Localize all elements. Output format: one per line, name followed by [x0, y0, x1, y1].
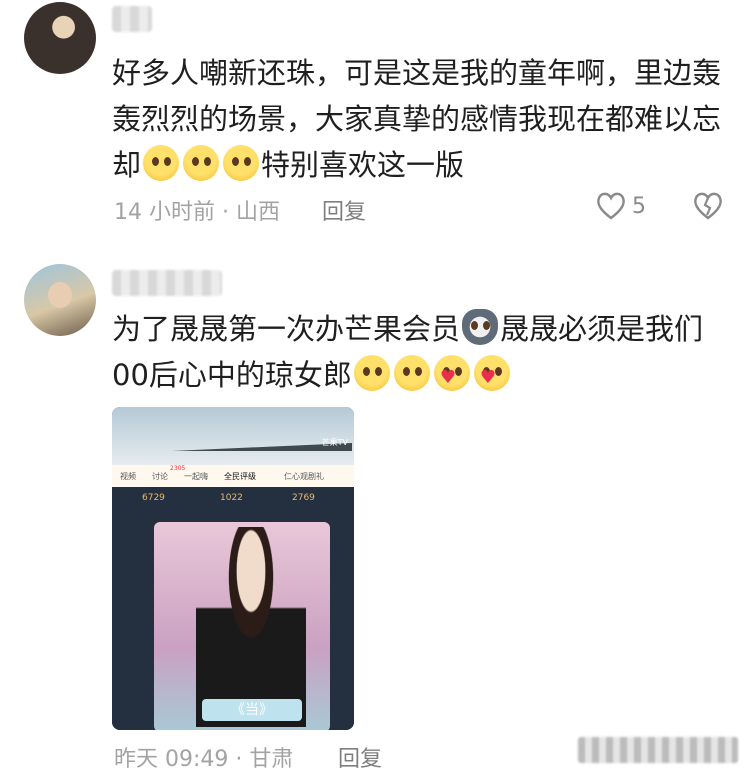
image-brand: 芒果TV — [321, 438, 348, 447]
image-tab: 全民评级 — [224, 472, 256, 481]
image-number: 6729 — [142, 493, 165, 503]
image-number: 2769 — [292, 493, 315, 503]
image-tab: 一起嗨 — [184, 472, 208, 481]
attached-image[interactable]: 芒果TV 视频 讨论 2305 一起嗨 全民评级 仁心观剧礼 6729 1022… — [112, 407, 354, 730]
avatar[interactable] — [24, 2, 96, 74]
broken-heart-icon[interactable] — [692, 191, 724, 221]
image-tab-badge: 2305 — [170, 465, 186, 472]
image-card-title: 《当》 — [202, 699, 302, 721]
crying-emoji-icon — [183, 145, 220, 181]
image-tab: 讨论 — [152, 472, 168, 481]
username-blurred[interactable] — [112, 270, 222, 296]
image-tab: 仁心观剧礼 — [284, 472, 324, 481]
pleading-emoji-icon — [393, 355, 430, 391]
watermark-blurred — [578, 737, 738, 763]
comment-text: 好多人嘲新还珠，可是这是我的童年啊，里边轰轰烈烈的场景，大家真挚的感情我现在都难… — [112, 56, 722, 182]
reply-button[interactable]: 回复 — [322, 194, 366, 226]
image-person — [196, 527, 306, 727]
comment-meta: 昨天 09:49 · 甘肃 — [114, 747, 294, 772]
image-tabs: 视频 讨论 2305 一起嗨 全民评级 仁心观剧礼 — [112, 465, 354, 487]
crying-emoji-icon — [143, 145, 180, 181]
heart-hug-emoji-icon — [433, 355, 470, 391]
reply-button[interactable]: 回复 — [338, 741, 382, 773]
comment-text: 为了晟晟第一次办芒果会员 晟晟必须是我们00后心中的琼女郎 — [112, 306, 722, 398]
heart-outline-icon[interactable] — [595, 191, 627, 221]
heart-hug-emoji-icon — [473, 355, 510, 391]
like-count: 5 — [632, 194, 646, 219]
username-blurred[interactable] — [112, 6, 152, 32]
crying-emoji-icon — [223, 145, 260, 181]
husky-emoji-icon — [462, 309, 499, 345]
image-sky — [112, 407, 354, 465]
avatar[interactable] — [24, 264, 96, 336]
image-number: 1022 — [220, 493, 243, 503]
image-tab: 视频 — [120, 472, 136, 481]
pleading-emoji-icon — [353, 355, 390, 391]
comment-meta: 14 小时前 · 山西 — [114, 200, 280, 225]
